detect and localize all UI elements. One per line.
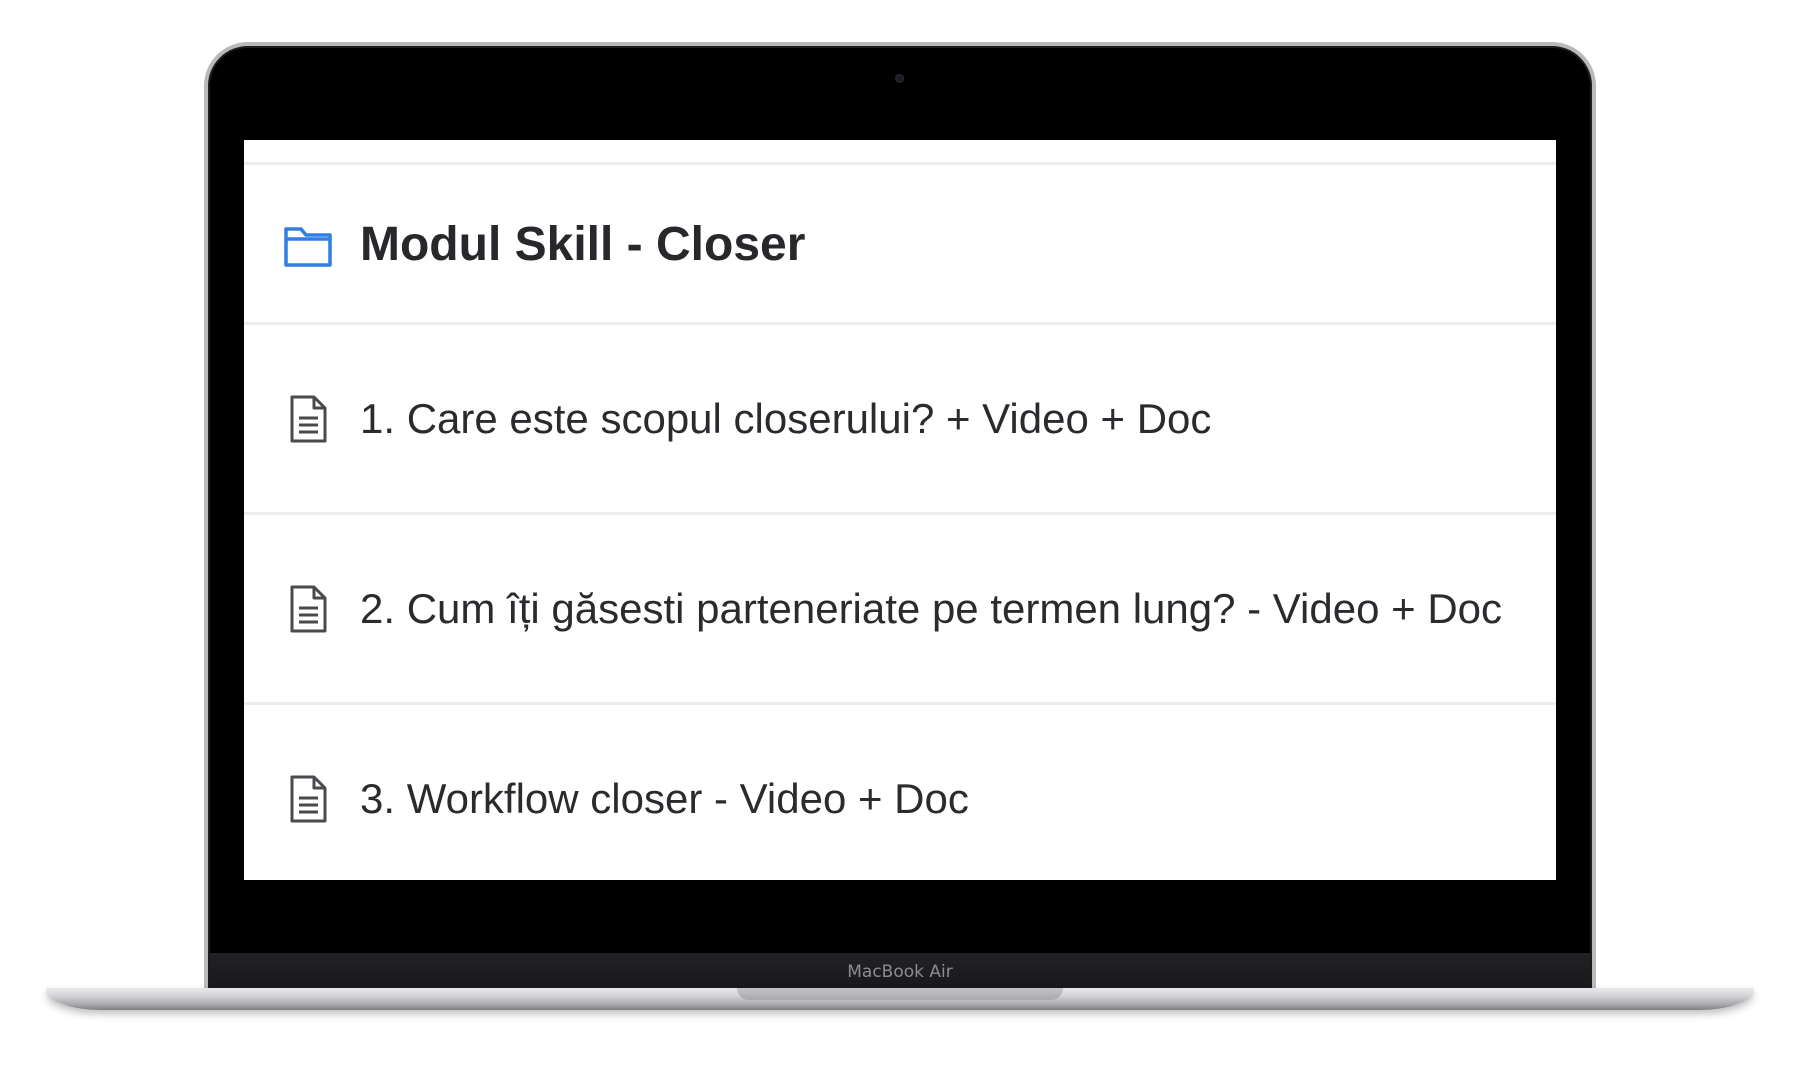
laptop-mockup: Modul Skill - Closer 1. Care este scopul… [0, 0, 1800, 1080]
hinge-notch [737, 988, 1063, 1000]
lesson-item[interactable]: 1. Care este scopul closerului? + Video … [244, 322, 1556, 512]
folder-icon [284, 226, 332, 267]
brand-label: MacBook Air [847, 962, 953, 982]
lesson-title: 2. Cum îți găsesti parteneriate pe terme… [360, 584, 1503, 632]
lesson-item[interactable]: 3. Workflow closer - Video + Doc [244, 702, 1556, 880]
webcam [895, 74, 904, 83]
module-title: Modul Skill - Closer [360, 218, 806, 271]
document-icon [290, 585, 327, 632]
lesson-title: 3. Workflow closer - Video + Doc [360, 774, 969, 822]
document-icon [290, 775, 327, 822]
document-icon [290, 395, 327, 442]
laptop-screen: Modul Skill - Closer 1. Care este scopul… [244, 140, 1556, 880]
lesson-item[interactable]: 2. Cum îți găsesti parteneriate pe terme… [244, 512, 1556, 702]
lesson-title: 1. Care este scopul closerului? + Video … [360, 394, 1212, 442]
module-header[interactable]: Modul Skill - Closer [244, 162, 1556, 324]
